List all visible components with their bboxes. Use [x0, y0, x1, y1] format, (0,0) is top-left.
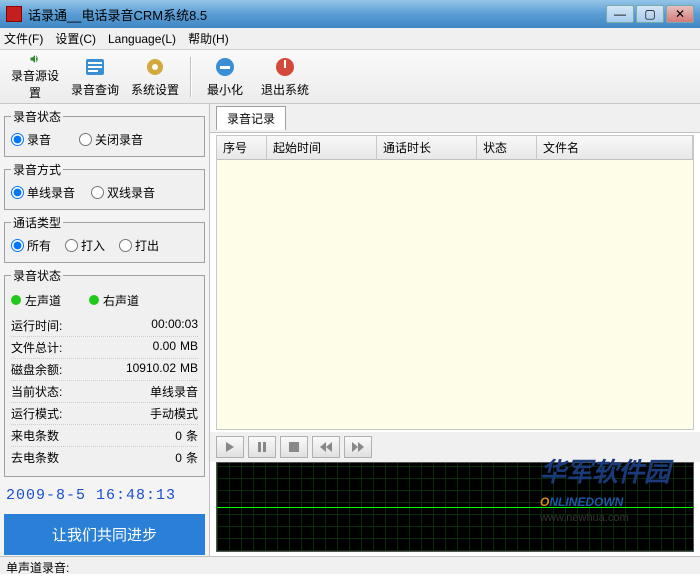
files-unit: MB — [180, 339, 198, 353]
legend-record-state: 录音状态 — [11, 108, 63, 125]
stats-block: 运行时间: 00:00:03 文件总计: 0.00 MB 磁盘余额: 10910.02 M… — [11, 313, 198, 470]
minimize-icon — [213, 55, 237, 79]
incoming-count-label: 来电条数 — [11, 427, 59, 444]
speaker-icon — [23, 53, 47, 65]
minimize-button[interactable]: — — [606, 5, 634, 23]
left-channel-label: 左声道 — [25, 294, 61, 308]
app-icon — [6, 6, 22, 22]
list-icon — [83, 55, 107, 79]
runtime-value: 00:00:03 — [151, 317, 198, 334]
toolbar: 录音源设置 录音查询 系统设置 最小化 退出系统 — [0, 50, 700, 104]
radio-single-line[interactable]: 单线录音 — [11, 184, 75, 201]
status-bar: 单声道录音: — [0, 556, 700, 574]
current-state-value: 单线录音 — [150, 383, 198, 400]
files-value: 0.00 — [153, 339, 176, 353]
title-bar: 话录通__电话录音CRM系统8.5 — ▢ ✕ — [0, 0, 700, 28]
radio-dual-line[interactable]: 双线录音 — [91, 184, 155, 201]
exit-icon — [273, 55, 297, 79]
col-state[interactable]: 状态 — [477, 136, 537, 159]
radio-outgoing[interactable]: 打出 — [119, 237, 159, 254]
list-body[interactable] — [217, 160, 693, 429]
col-start-time[interactable]: 起始时间 — [267, 136, 377, 159]
toolbar-system-settings[interactable]: 系统设置 — [126, 53, 184, 101]
slogan-button[interactable]: 让我们共同进步 — [4, 514, 205, 555]
tab-record-log[interactable]: 录音记录 — [216, 106, 286, 130]
rewind-button[interactable] — [312, 436, 340, 458]
col-duration[interactable]: 通话时长 — [377, 136, 477, 159]
menu-help[interactable]: 帮助(H) — [188, 30, 229, 47]
stop-button[interactable] — [280, 436, 308, 458]
status-text: 单声道录音: — [6, 561, 69, 575]
right-channel-label: 右声道 — [103, 294, 139, 308]
incoming-count-value: 0 — [175, 429, 182, 443]
toolbar-separator — [190, 57, 192, 97]
menu-language[interactable]: Language(L) — [108, 32, 176, 46]
logo-en: ONLINEDOWN — [540, 489, 670, 512]
current-state-label: 当前状态: — [11, 383, 62, 400]
col-seq[interactable]: 序号 — [217, 136, 267, 159]
files-label: 文件总计: — [11, 339, 62, 356]
radio-record[interactable]: 录音 — [11, 131, 51, 148]
runtime-label: 运行时间: — [11, 317, 62, 334]
toolbar-record-query[interactable]: 录音查询 — [66, 53, 124, 101]
group-call-type: 通话类型 所有 打入 打出 — [4, 214, 205, 263]
logo-url: www.newhua.com — [540, 512, 670, 524]
menu-file[interactable]: 文件(F) — [4, 30, 43, 47]
maximize-button[interactable]: ▢ — [636, 5, 664, 23]
right-channel-dot — [89, 295, 99, 305]
record-list: 序号 起始时间 通话时长 状态 文件名 — [216, 135, 694, 430]
toolbar-exit[interactable]: 退出系统 — [256, 53, 314, 101]
legend-channel-state: 录音状态 — [11, 267, 63, 284]
menu-bar: 文件(F) 设置(C) Language(L) 帮助(H) — [0, 28, 700, 50]
group-channel-state: 录音状态 左声道 右声道 运行时间: 00:00:03 文件总计: 0.00 MB 磁… — [4, 267, 205, 477]
gear-icon — [143, 55, 167, 79]
pause-button[interactable] — [248, 436, 276, 458]
col-filename[interactable]: 文件名 — [537, 136, 693, 159]
left-channel-dot — [11, 295, 21, 305]
play-button[interactable] — [216, 436, 244, 458]
watermark-logo: 华军软件园 ONLINEDOWN www.newhua.com — [540, 452, 670, 524]
toolbar-minimize[interactable]: 最小化 — [196, 53, 254, 101]
outgoing-count-value: 0 — [175, 451, 182, 465]
disk-unit: MB — [180, 361, 198, 375]
run-mode-label: 运行模式: — [11, 405, 62, 422]
radio-all[interactable]: 所有 — [11, 237, 51, 254]
datetime-display: 2009-8-5 16:48:13 — [4, 481, 205, 510]
right-panel: 录音记录 序号 起始时间 通话时长 状态 文件名 华军软件园 ONLI — [210, 104, 700, 556]
radio-incoming[interactable]: 打入 — [65, 237, 105, 254]
window-title: 话录通__电话录音CRM系统8.5 — [28, 5, 606, 24]
outgoing-count-unit: 条 — [186, 451, 198, 465]
menu-settings[interactable]: 设置(C) — [55, 30, 96, 47]
outgoing-count-label: 去电条数 — [11, 449, 59, 466]
left-panel: 录音状态 录音 关闭录音 录音方式 单线录音 双线录音 通话类型 所有 打入 打… — [0, 104, 210, 556]
forward-button[interactable] — [344, 436, 372, 458]
list-header: 序号 起始时间 通话时长 状态 文件名 — [217, 136, 693, 160]
radio-close-record[interactable]: 关闭录音 — [79, 131, 143, 148]
incoming-count-unit: 条 — [186, 429, 198, 443]
logo-zh: 华军软件园 — [540, 452, 670, 489]
legend-call-type: 通话类型 — [11, 214, 63, 231]
legend-record-mode: 录音方式 — [11, 161, 63, 178]
disk-label: 磁盘余额: — [11, 361, 62, 378]
group-record-mode: 录音方式 单线录音 双线录音 — [4, 161, 205, 210]
run-mode-value: 手动模式 — [150, 405, 198, 422]
toolbar-source-settings[interactable]: 录音源设置 — [6, 53, 64, 101]
close-button[interactable]: ✕ — [666, 5, 694, 23]
disk-value: 10910.02 — [126, 361, 176, 375]
group-record-state: 录音状态 录音 关闭录音 — [4, 108, 205, 157]
